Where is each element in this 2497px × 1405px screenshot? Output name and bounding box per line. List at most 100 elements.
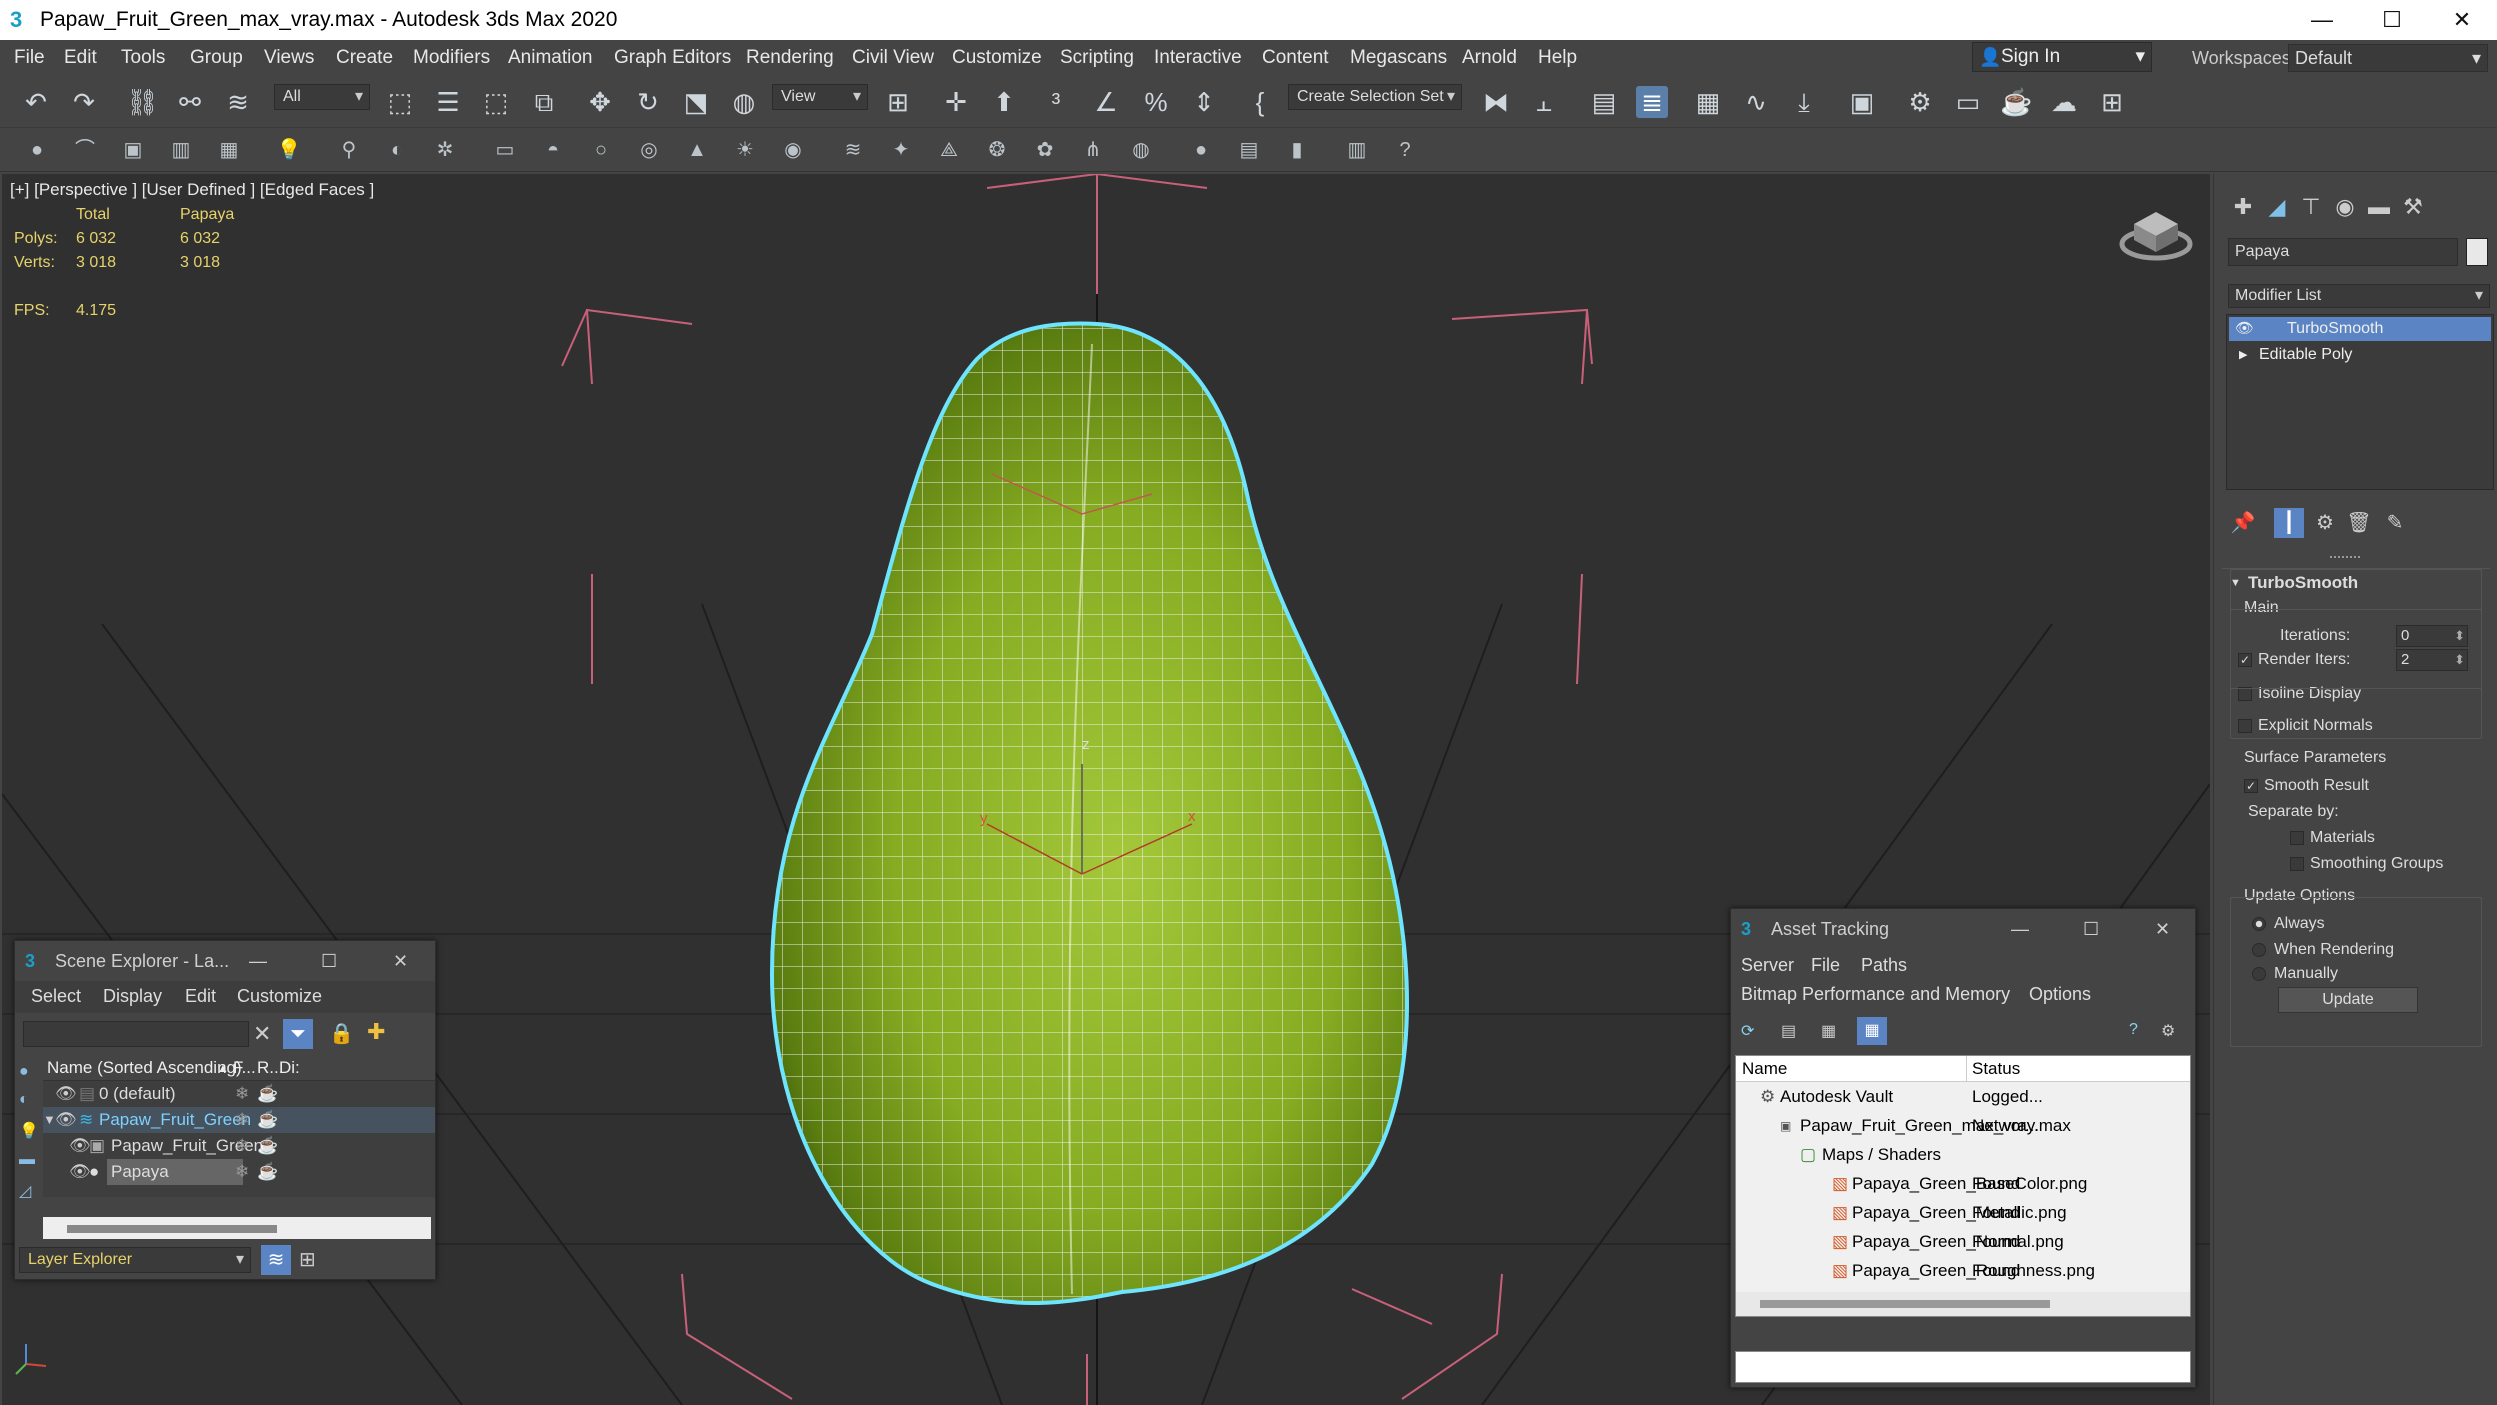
show-end-result-icon[interactable]: ┃: [2274, 508, 2304, 538]
visibility-eye-icon[interactable]: 👁: [69, 1133, 91, 1159]
unlink-icon[interactable]: ⚯: [174, 86, 206, 118]
isoline-checkbox[interactable]: [2238, 687, 2252, 701]
update-button[interactable]: Update: [2278, 987, 2418, 1013]
close-button[interactable]: ✕: [2427, 0, 2497, 40]
render-icon[interactable]: ☕: [2000, 86, 2032, 118]
sphere-mesh-icon[interactable]: ❂: [984, 137, 1010, 163]
tree-row[interactable]: ▼ 👁 ≋ Papaw_Fruit_Green ❄ ☕: [43, 1107, 435, 1133]
menu-views[interactable]: Views: [264, 40, 314, 76]
spacewarp-icon[interactable]: ✲: [432, 137, 458, 163]
link-icon[interactable]: ⛓: [126, 86, 159, 118]
asset-row[interactable]: ▧ Papaya_Green_Metallic.png Found: [1736, 1200, 2190, 1226]
rect-region-icon[interactable]: ⬚: [480, 86, 512, 118]
maximize-icon[interactable]: ☐: [321, 941, 337, 981]
shape-icon[interactable]: ⌒: [72, 137, 98, 163]
keyboard-shortcut-icon[interactable]: ⬆: [988, 86, 1020, 118]
hierarchy-icon[interactable]: ⊞: [299, 1247, 316, 1272]
sphere-icon[interactable]: ○: [588, 137, 614, 163]
menu-modifiers[interactable]: Modifiers: [413, 40, 490, 76]
visibility-eye-icon[interactable]: 👁: [69, 1159, 91, 1185]
camera-icon[interactable]: ⚲: [336, 137, 362, 163]
sun-icon[interactable]: ☀: [732, 137, 758, 163]
se-search-input[interactable]: [23, 1021, 249, 1047]
select-manip-icon[interactable]: ✛: [940, 86, 972, 118]
asset-path-input[interactable]: [1735, 1351, 2191, 1383]
asset-tracking-titlebar[interactable]: 3 Asset Tracking — ☐ ✕: [1731, 909, 2195, 949]
stack-item-turbosmooth[interactable]: 👁 TurboSmooth: [2229, 317, 2491, 341]
helper-filter-icon[interactable]: ◿: [19, 1181, 31, 1201]
render-region-icon[interactable]: ▮: [1284, 137, 1310, 163]
helper-icon[interactable]: ◐: [384, 137, 410, 163]
scrollbar-thumb[interactable]: [67, 1225, 277, 1233]
freeze-icon[interactable]: ❄: [235, 1081, 249, 1107]
light-icon[interactable]: 💡: [276, 137, 302, 163]
sky-icon[interactable]: ◉: [780, 137, 806, 163]
visibility-eye-icon[interactable]: 👁: [55, 1107, 77, 1133]
minimize-icon[interactable]: —: [249, 941, 267, 981]
menu-animation[interactable]: Animation: [508, 40, 593, 76]
when-rendering-radio[interactable]: [2252, 943, 2266, 957]
grid-view-icon[interactable]: ▦: [1857, 1017, 1887, 1045]
angle-snap-icon[interactable]: ∠: [1090, 86, 1122, 118]
expand-arrow-icon[interactable]: ▶: [2239, 343, 2247, 367]
render-iterative-icon[interactable]: ☁: [2048, 86, 2080, 118]
object-name-field[interactable]: Papaya: [2228, 238, 2458, 266]
selection-filter-dropdown[interactable]: All: [274, 84, 370, 110]
bind-spacewarp-icon[interactable]: ≋: [222, 86, 254, 118]
menu-file[interactable]: File: [14, 40, 45, 76]
workspaces-dropdown[interactable]: Default ▾: [2288, 44, 2488, 72]
at-menu-options[interactable]: Options: [2029, 984, 2091, 1005]
geometry-filter-icon[interactable]: ◐: [19, 1091, 29, 1109]
material-editor-icon[interactable]: ▣: [1846, 86, 1878, 118]
redo-icon[interactable]: ↷: [68, 86, 100, 118]
menu-graph-editors[interactable]: Graph Editors: [614, 40, 731, 76]
snap-3d-icon[interactable]: ³: [1040, 86, 1072, 118]
menu-rendering[interactable]: Rendering: [746, 40, 834, 76]
asset-horizontal-scrollbar[interactable]: [1736, 1292, 2190, 1316]
remove-modifier-icon[interactable]: 🗑: [2344, 508, 2374, 538]
menu-interactive[interactable]: Interactive: [1154, 40, 1242, 76]
scene-explorer-icon[interactable]: ▤: [1588, 86, 1620, 118]
se-menu-select[interactable]: Select: [31, 986, 81, 1007]
render-teapot-icon[interactable]: ☕: [257, 1133, 278, 1159]
hair-icon[interactable]: ≋: [840, 137, 866, 163]
move-icon[interactable]: ✥: [584, 86, 616, 118]
explicit-normals-checkbox[interactable]: [2238, 719, 2252, 733]
schematic-icon[interactable]: ⤓: [1788, 86, 1820, 118]
settings-icon[interactable]: ⚙: [2161, 1021, 2175, 1041]
modifier-list-dropdown[interactable]: Modifier List: [2228, 284, 2490, 308]
mesh-icon[interactable]: ⟁: [936, 137, 962, 163]
eye-icon[interactable]: 👁: [2235, 317, 2254, 341]
undo-icon[interactable]: ↶: [20, 86, 52, 118]
frame-buffer-icon[interactable]: ▤: [1236, 137, 1262, 163]
visibility-eye-icon[interactable]: 👁: [55, 1081, 77, 1107]
menu-create[interactable]: Create: [336, 40, 393, 76]
se-col-display[interactable]: Di:: [279, 1055, 300, 1081]
at-menu-bitmap-performance[interactable]: Bitmap Performance and Memory: [1741, 984, 2010, 1005]
selection-set-dropdown[interactable]: Create Selection Set: [1288, 84, 1462, 110]
at-menu-paths[interactable]: Paths: [1861, 955, 1907, 976]
grid-icon[interactable]: ▦: [216, 137, 242, 163]
pivot-icon[interactable]: ⊞: [882, 86, 914, 118]
freeze-icon[interactable]: ❄: [235, 1107, 249, 1133]
asset-row[interactable]: ▧ Papaya_Green_Normal.png Found: [1736, 1229, 2190, 1255]
close-icon[interactable]: ✕: [393, 941, 408, 981]
se-horizontal-scrollbar[interactable]: [43, 1217, 431, 1239]
modify-tab-icon[interactable]: ◢: [2262, 192, 2292, 222]
plant-icon[interactable]: ✿: [1032, 137, 1058, 163]
help-icon[interactable]: ?: [1392, 137, 1418, 163]
menu-civil-view[interactable]: Civil View: [852, 40, 934, 76]
always-radio[interactable]: [2252, 917, 2266, 931]
display-tab-icon[interactable]: ▬: [2364, 192, 2394, 222]
menu-customize[interactable]: Customize: [952, 40, 1042, 76]
asset-row[interactable]: ⚙ Autodesk Vault Logged...: [1736, 1084, 2190, 1110]
smoothing-groups-checkbox[interactable]: [2290, 857, 2304, 871]
render-teapot-icon[interactable]: ☕: [257, 1081, 278, 1107]
asset-col-name[interactable]: Name: [1742, 1056, 1787, 1082]
material-sphere-icon[interactable]: ●: [1188, 137, 1214, 163]
box-icon[interactable]: ▣: [120, 137, 146, 163]
layer-explorer-icon[interactable]: ≋: [261, 1245, 291, 1275]
mirror-icon[interactable]: ⧓: [1480, 86, 1512, 118]
menu-megascans[interactable]: Megascans: [1350, 40, 1447, 76]
refresh-icon[interactable]: ⟳: [1741, 1021, 1754, 1041]
